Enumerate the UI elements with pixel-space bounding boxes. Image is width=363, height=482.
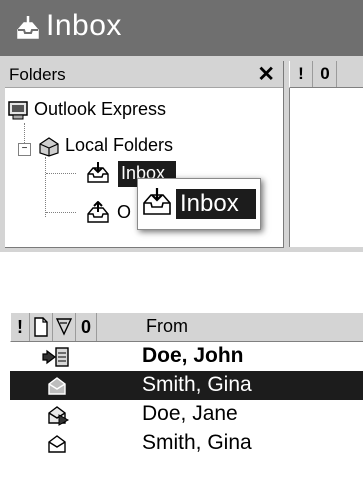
title-bar: Inbox: [0, 0, 363, 56]
message-from: Smith, Gina: [142, 431, 252, 454]
drag-ghost: Inbox: [137, 178, 261, 230]
drag-ghost-label: Inbox: [180, 190, 239, 217]
close-icon[interactable]: ✕: [257, 62, 275, 87]
attachment-column-header[interactable]: 0: [76, 313, 97, 341]
folders-pane-header: Folders ✕: [5, 61, 283, 88]
local-folders-icon: [37, 135, 61, 162]
document-icon[interactable]: [30, 313, 53, 341]
message-list-header-mini: ! 0: [289, 61, 363, 88]
flag-icon[interactable]: [53, 313, 76, 341]
message-from: Doe, Jane: [142, 402, 238, 425]
outlook-window-top: Inbox Folders ✕ Outlook Express − Local …: [0, 0, 363, 252]
reply-arrow-envelope-icon: [42, 345, 72, 374]
message-from: Smith, Gina: [142, 373, 252, 396]
inbox-tray-icon: [85, 161, 111, 190]
tree-item-label: O: [117, 202, 132, 222]
tree-item-label: Local Folders: [65, 135, 174, 155]
message-list-mini: [289, 88, 363, 247]
priority-column-header[interactable]: !: [290, 61, 313, 87]
forwarded-envelope-icon: [42, 403, 72, 432]
outlook-express-icon: [7, 99, 31, 126]
attachment-column-header[interactable]: 0: [314, 61, 337, 87]
collapse-toggle[interactable]: −: [18, 143, 31, 156]
message-row[interactable]: Smith, Gina: [10, 429, 363, 458]
message-row[interactable]: Doe, Jane: [10, 400, 363, 429]
priority-column-header[interactable]: !: [11, 313, 30, 341]
inbox-tray-icon: [14, 14, 42, 42]
open-envelope-icon: [42, 432, 72, 461]
folders-pane-title: Folders: [9, 65, 66, 84]
message-row[interactable]: Doe, John: [10, 342, 363, 371]
outbox-icon: [85, 200, 111, 230]
message-row[interactable]: Smith, Gina: [10, 371, 363, 400]
tree-line: [45, 157, 46, 217]
tree-item-label: Outlook Express: [34, 99, 167, 119]
open-envelope-icon: [42, 374, 72, 403]
tree-line: [46, 212, 76, 213]
inbox-tray-icon: [141, 187, 173, 222]
message-from: Doe, John: [142, 344, 244, 367]
message-list-header: ! 0 From: [10, 312, 363, 342]
message-list-pane: ! 0 From Doe, John Smith, Gina Doe, Jane…: [0, 310, 363, 482]
window-title: Inbox: [46, 9, 122, 42]
from-column-header[interactable]: From: [146, 316, 188, 337]
tree-line: [46, 173, 76, 174]
